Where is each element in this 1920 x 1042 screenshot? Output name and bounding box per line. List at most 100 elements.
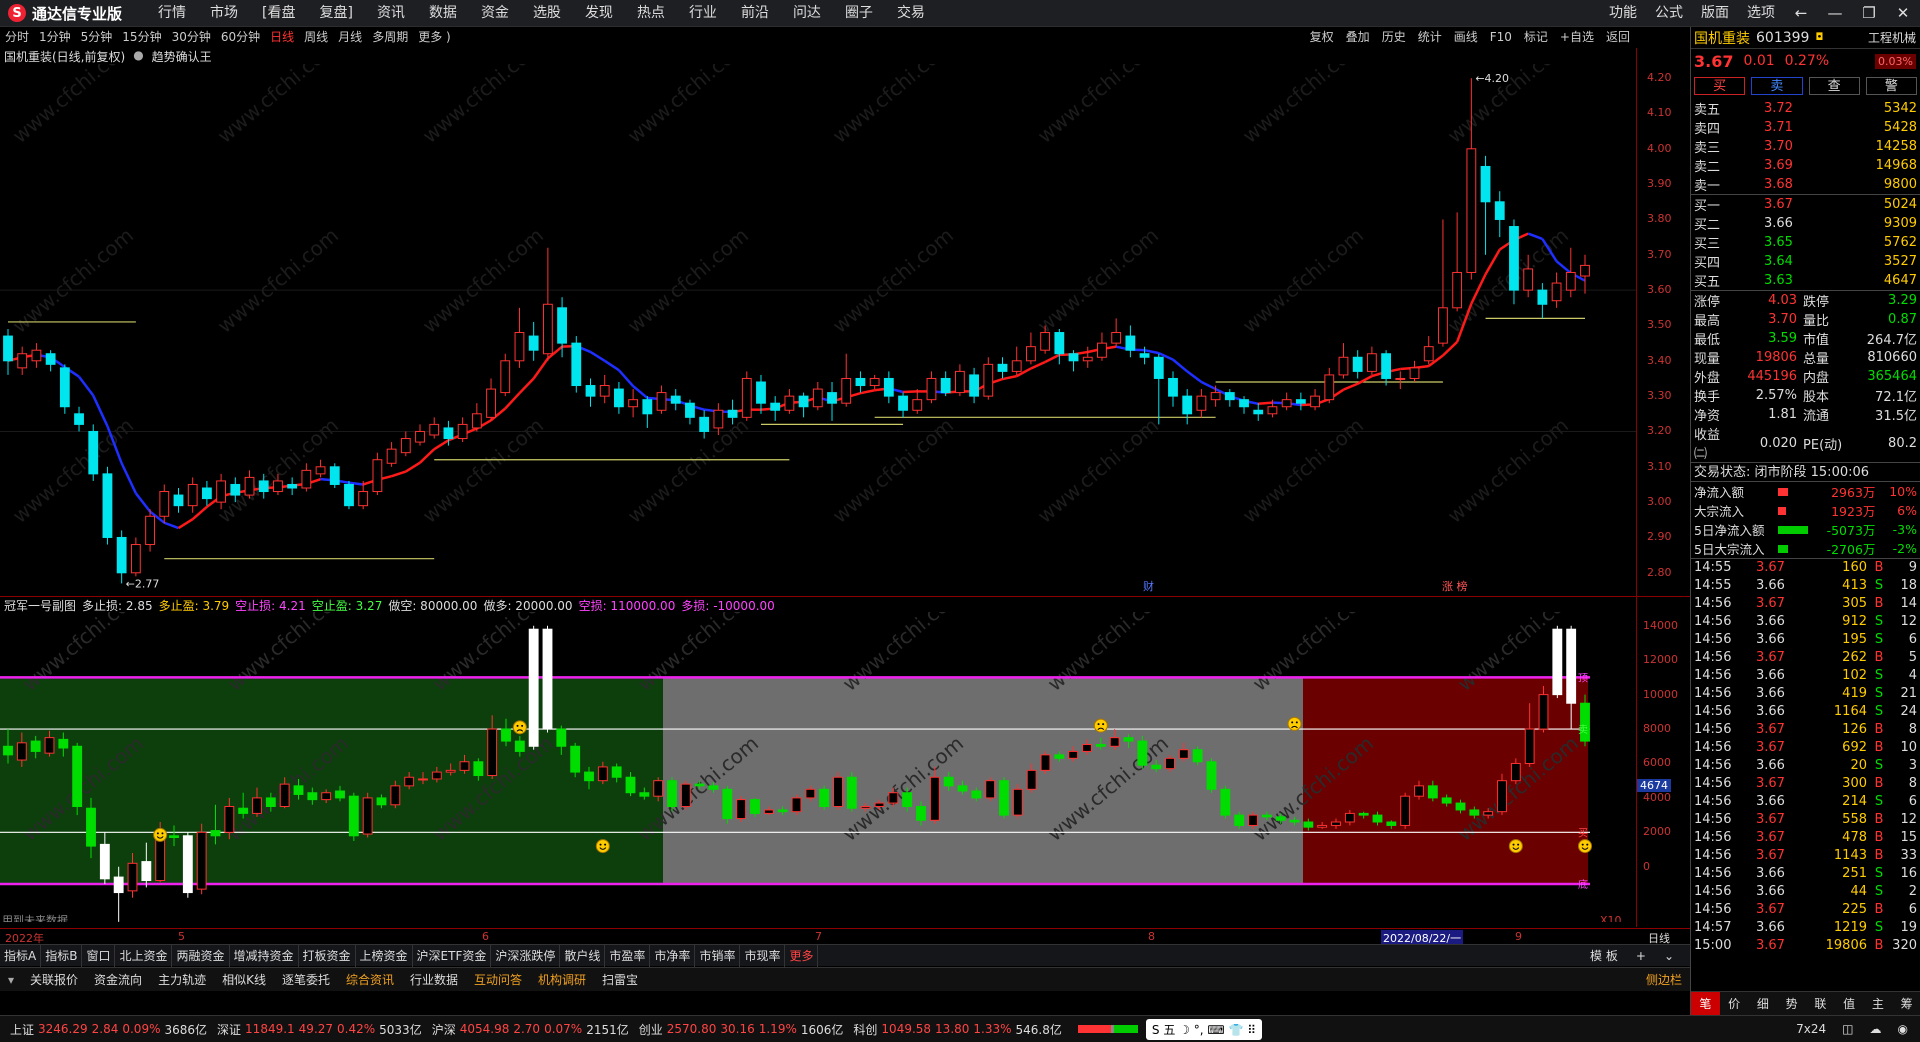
tool-button[interactable]: 画线 (1448, 27, 1484, 48)
asks-row[interactable]: 卖三 3.70 14258 (1691, 137, 1920, 156)
tool-button[interactable]: 返回 (1600, 27, 1636, 48)
sidebar-toggle[interactable]: 侧边栏 (1638, 968, 1690, 992)
tool-button[interactable]: 历史 (1376, 27, 1412, 48)
indicator-tab[interactable]: 沪深涨跌停 (491, 944, 561, 967)
menu-item[interactable]: [看盘 (250, 0, 307, 27)
close-icon[interactable]: ✕ (1886, 0, 1920, 27)
function-tab[interactable]: 互动问答 (466, 968, 530, 992)
function-tab[interactable]: 机构调研 (530, 968, 594, 992)
period-tab[interactable]: 月线 (333, 27, 367, 48)
menu-item[interactable]: 市场 (198, 0, 250, 27)
period-tab[interactable]: 15分钟 (117, 27, 166, 48)
menu-item[interactable]: 交易 (885, 0, 937, 27)
period-tab[interactable]: 多周期 (367, 27, 413, 48)
indicator-tool-button[interactable]: + (1632, 945, 1650, 967)
function-tab[interactable]: 资金流向 (86, 968, 150, 992)
ime-toolbar[interactable]: S 五 ☽ °, ⌨ 👕 ⠿ (1145, 1018, 1263, 1040)
period-tab[interactable]: 30分钟 (167, 27, 216, 48)
indicator-tab[interactable]: 更多 (785, 944, 819, 967)
bids-row[interactable]: 买一 3.67 5024 (1691, 195, 1920, 214)
chat-icon[interactable]: ◫ (1842, 1022, 1853, 1036)
sub-indicator-chart[interactable]: www.cfchi.com www.cfchi.com www.cfchi.com w… (0, 612, 1636, 922)
restore-icon[interactable]: ❐ (1852, 0, 1886, 27)
indicator-tab[interactable]: 市销率 (695, 944, 741, 967)
query-button[interactable]: 查 (1808, 77, 1860, 95)
indicator-tab[interactable]: 两融资金 (172, 944, 230, 967)
kline-chart[interactable]: www.cfchi.com www.cfchi.com www.cfchi.com w… (0, 64, 1636, 594)
function-tab[interactable]: 主力轨迹 (150, 968, 214, 992)
index-name[interactable]: 沪深 (432, 1021, 456, 1038)
period-tab[interactable]: 更多 ) (413, 27, 456, 48)
indicator-tab[interactable]: 指标B (41, 944, 83, 967)
tick-list[interactable]: 14:55 3.67 160 B 9 14:55 3.66 413 S 18 14:56 3.67 30… (1691, 558, 1920, 955)
menu-item[interactable]: 选股 (521, 0, 573, 27)
index-name[interactable]: 科创 (853, 1021, 877, 1038)
stock-industry[interactable]: 工程机械 (1868, 29, 1920, 46)
quote-tab[interactable]: 值 (1835, 992, 1864, 1015)
quote-tab[interactable]: 笔 (1691, 992, 1720, 1015)
asks-row[interactable]: 卖二 3.69 14968 (1691, 156, 1920, 175)
menu-item[interactable]: 复盘] (307, 0, 364, 27)
alert-button[interactable]: 警 (1865, 77, 1917, 95)
menu-item[interactable]: 行业 (677, 0, 729, 27)
right-menu-item[interactable]: 功能 (1600, 0, 1646, 27)
indicator-tab[interactable]: 市净率 (650, 944, 696, 967)
indicator-tab[interactable]: 打板资金 (299, 944, 356, 967)
sell-button[interactable]: 卖 (1751, 77, 1803, 95)
period-tab[interactable]: 60分钟 (216, 27, 265, 48)
indicator-tab[interactable]: 沪深ETF资金 (413, 944, 492, 967)
quote-tab[interactable]: 主 (1864, 992, 1893, 1015)
index-name[interactable]: 上证 (10, 1021, 34, 1038)
menu-item[interactable]: 前沿 (729, 0, 781, 27)
tool-button[interactable]: 统计 (1412, 27, 1448, 48)
menu-item[interactable]: 问达 (781, 0, 833, 27)
cloud-icon[interactable]: ☁ (1870, 1022, 1882, 1036)
tool-button[interactable]: 叠加 (1340, 27, 1376, 48)
back-icon[interactable]: ← (1784, 0, 1818, 27)
dropdown-arrow-icon[interactable]: ▾ (0, 973, 22, 987)
menu-item[interactable]: 行情 (146, 0, 198, 27)
quote-tab[interactable]: 价 (1720, 992, 1749, 1015)
stock-name[interactable]: 国机重装 (1694, 28, 1750, 48)
news-7x24[interactable]: 7x24 (1796, 1022, 1826, 1036)
quote-tab[interactable]: 筹 (1892, 992, 1920, 1015)
indicator-tab[interactable]: 市现率 (740, 944, 786, 967)
indicator-tab[interactable]: 上榜资金 (356, 944, 413, 967)
period-tab[interactable]: 1分钟 (34, 27, 76, 48)
indicator-tab[interactable]: 窗口 (82, 944, 116, 967)
bids-row[interactable]: 买四 3.64 3527 (1691, 252, 1920, 271)
buy-button[interactable]: 买 (1694, 77, 1746, 95)
right-menu-item[interactable]: 选项 (1738, 0, 1784, 27)
menu-item[interactable]: 资金 (469, 0, 521, 27)
indicator-tab[interactable]: 增减持资金 (230, 944, 299, 967)
function-tab[interactable]: 行业数据 (402, 968, 466, 992)
minimize-icon[interactable]: — (1818, 0, 1852, 27)
bids-row[interactable]: 买五 3.63 4647 (1691, 271, 1920, 290)
menu-item[interactable]: 发现 (573, 0, 625, 27)
quote-tab[interactable]: 势 (1777, 992, 1806, 1015)
index-name[interactable]: 深证 (217, 1021, 241, 1038)
bids-row[interactable]: 买三 3.65 5762 (1691, 233, 1920, 252)
period-tab[interactable]: 分时 (0, 27, 34, 48)
function-tab[interactable]: 关联报价 (22, 968, 86, 992)
function-tab[interactable]: 逐笔委托 (274, 968, 338, 992)
indicator-tab[interactable]: 北上资金 (115, 944, 173, 967)
tool-button[interactable]: 复权 (1304, 27, 1340, 48)
quote-tab[interactable]: 联 (1806, 992, 1835, 1015)
menu-item[interactable]: 圈子 (833, 0, 885, 27)
quote-tab[interactable]: 细 (1749, 992, 1778, 1015)
index-name[interactable]: 创业 (639, 1021, 663, 1038)
menu-item[interactable]: 数据 (417, 0, 469, 27)
function-tab[interactable]: 相似K线 (214, 968, 274, 992)
bids-row[interactable]: 买二 3.66 9309 (1691, 214, 1920, 233)
right-menu-item[interactable]: 版面 (1692, 0, 1738, 27)
menu-item[interactable]: 热点 (625, 0, 677, 27)
function-tab[interactable]: 扫雷宝 (594, 968, 646, 992)
tool-button[interactable]: F10 (1484, 27, 1518, 48)
menu-item[interactable]: 资讯 (365, 0, 417, 27)
period-tab[interactable]: 日线 (265, 27, 299, 48)
indicator-tool-button[interactable]: ⌄ (1660, 945, 1678, 967)
indicator-tab[interactable]: 市盈率 (605, 944, 651, 967)
period-tab[interactable]: 5分钟 (76, 27, 118, 48)
indicator-tab[interactable]: 指标A (0, 944, 42, 967)
